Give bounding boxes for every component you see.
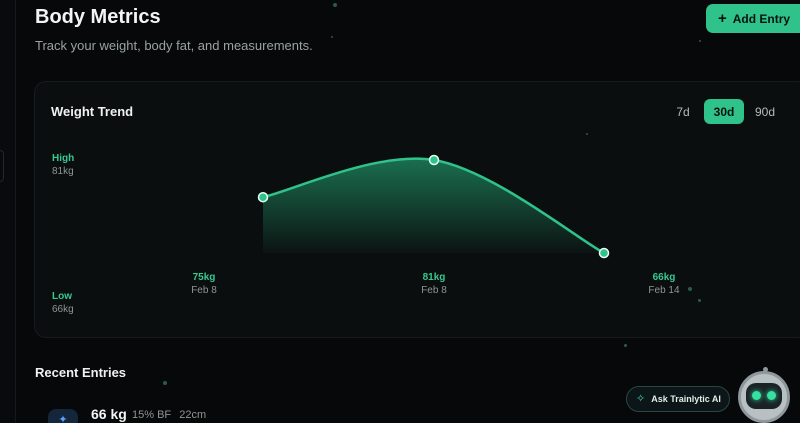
entry-measure: 22cm [179,409,207,421]
decor-dot [698,299,701,302]
weight-trend-chart [257,154,610,259]
data-point-2[interactable] [598,247,610,259]
decor-dot [331,36,333,38]
sparkle-icon: ✧ [636,392,646,405]
entry-body-fat: 15% BF [132,409,172,421]
point-label-1: 81kg Feb 8 [404,271,464,297]
point-weight-0: 75kg [192,272,216,283]
ask-ai-label: Ask Trainlytic AI [651,394,721,404]
point-weight-1: 81kg [422,272,446,283]
assistant-avatar[interactable] [738,367,790,423]
decor-dot [699,40,701,42]
robot-face-icon [746,383,782,409]
entry-weight: 66 kg [91,406,127,422]
point-label-2: 66kg Feb 14 [634,271,694,297]
weight-area [263,158,604,253]
body-icon: ✦ [48,409,78,423]
robot-eye-icon [767,391,776,400]
entry-row[interactable]: ✦ 66 kg 15% BF 22cm [48,405,648,423]
robot-eye-icon [752,391,761,400]
point-date-2: Feb 14 [648,285,680,296]
point-weight-2: 66kg [652,272,676,283]
decor-dot [624,344,627,347]
entry-meta: 15% BF 22cm [132,409,206,421]
decor-dot [333,3,337,7]
data-point-0[interactable] [257,191,269,203]
decor-dot [688,287,692,291]
point-label-0: 75kg Feb 8 [174,271,234,297]
decor-dot [586,133,588,135]
recent-entries-title: Recent Entries [35,365,127,380]
decor-dot [163,381,167,385]
ask-ai-button[interactable]: ✧ Ask Trainlytic AI [626,386,730,412]
point-date-1: Feb 8 [421,285,447,296]
data-point-1[interactable] [428,154,440,166]
point-date-0: Feb 8 [191,285,217,296]
robot-antenna-icon [763,367,768,372]
